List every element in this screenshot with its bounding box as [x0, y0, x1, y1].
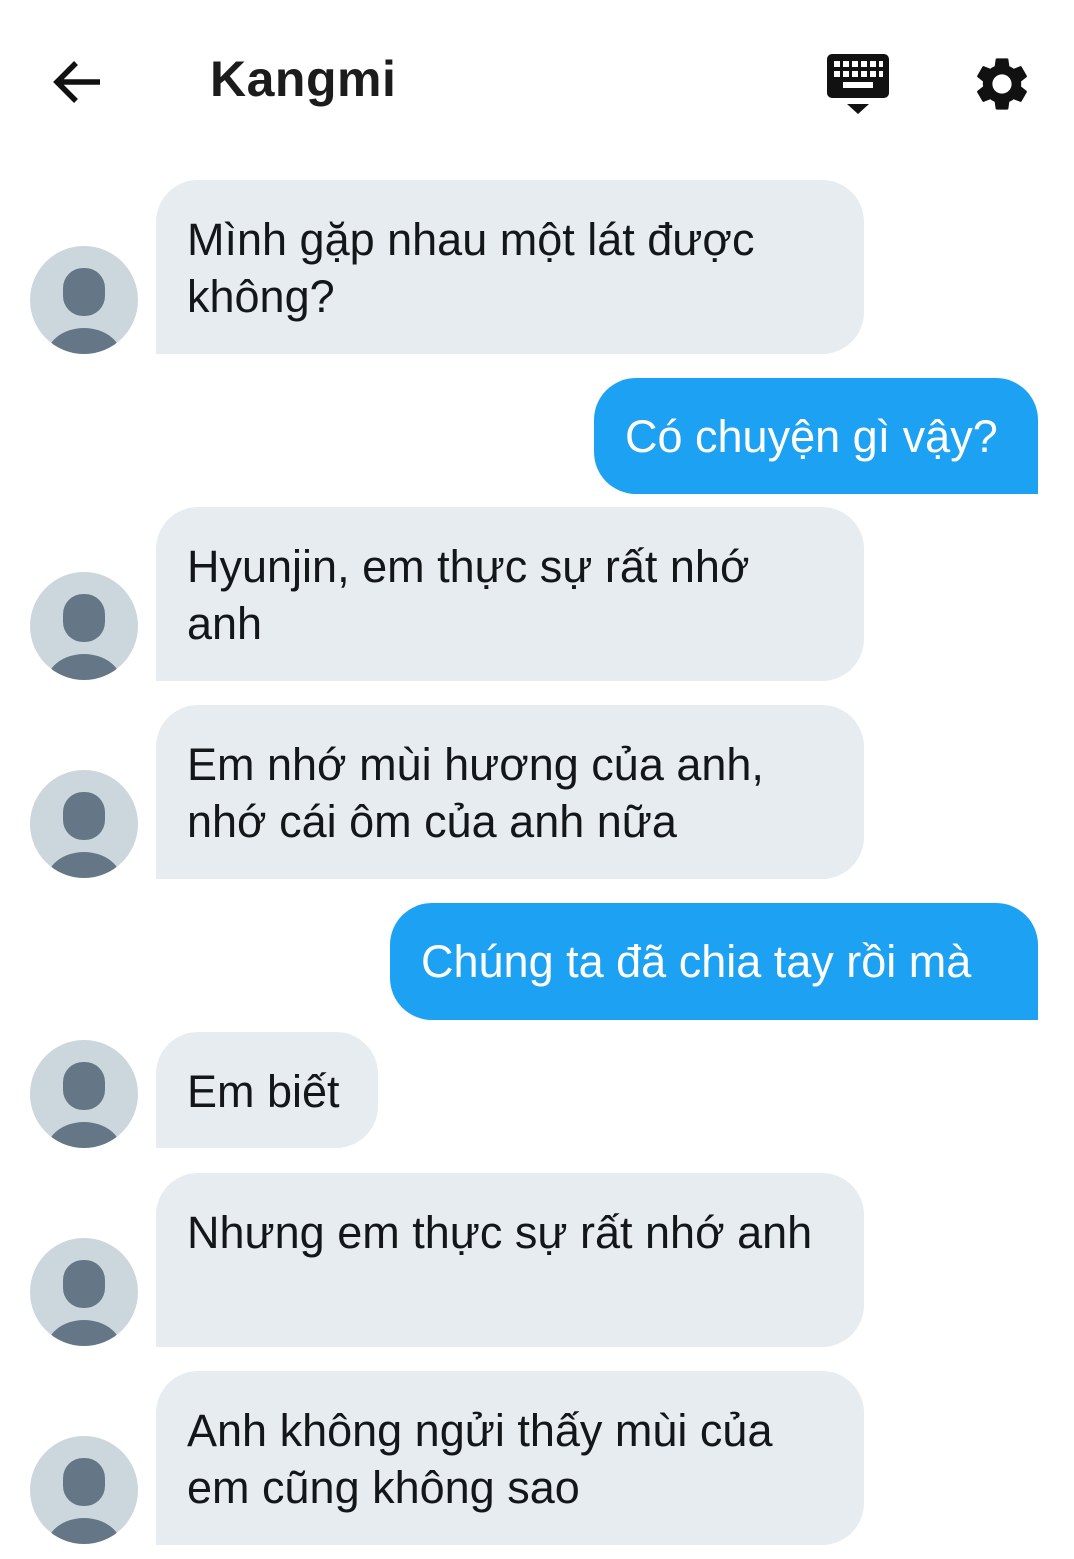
message-text: Chúng ta đã chia tay rồi mà [421, 936, 972, 987]
default-avatar-icon [46, 792, 122, 878]
default-avatar-icon [46, 268, 122, 354]
message-text: Hyunjin, em thực sự rất nhớ anh [187, 541, 750, 649]
message-text: Em nhớ mùi hương của anh, nhớ cái ôm của… [187, 739, 764, 847]
message-bubble-incoming[interactable]: Em nhớ mùi hương của anh, nhớ cái ôm của… [156, 705, 864, 879]
message-text: Mình gặp nhau một lát được không? [187, 214, 755, 322]
message-text: Anh không ngửi thấy mùi của em cũng khôn… [187, 1405, 773, 1513]
message-bubble-incoming[interactable]: Hyunjin, em thực sự rất nhớ anh [156, 507, 864, 681]
conversation-title: Kangmi [210, 51, 397, 107]
contact-avatar[interactable] [30, 1436, 138, 1544]
keyboard-toggle-button[interactable] [826, 54, 890, 118]
message-bubble-incoming[interactable]: Nhưng em thực sự rất nhớ anh [156, 1173, 864, 1347]
contact-avatar[interactable] [30, 1040, 138, 1148]
chat-header: Kangmi [0, 0, 1074, 160]
message-bubble-incoming[interactable]: Em biết [156, 1032, 378, 1148]
message-bubble-incoming[interactable]: Mình gặp nhau một lát được không? [156, 180, 864, 354]
keyboard-hide-icon [827, 54, 889, 114]
settings-button[interactable] [970, 52, 1034, 116]
message-bubble-incoming[interactable]: Anh không ngửi thấy mùi của em cũng khôn… [156, 1371, 864, 1545]
message-bubble-outgoing[interactable]: Có chuyện gì vậy? [594, 378, 1038, 494]
default-avatar-icon [46, 1260, 122, 1346]
contact-avatar[interactable] [30, 572, 138, 680]
message-text: Có chuyện gì vậy? [625, 411, 998, 462]
contact-avatar[interactable] [30, 770, 138, 878]
default-avatar-icon [46, 1458, 122, 1544]
gear-icon [977, 58, 1027, 110]
message-text: Em biết [187, 1066, 340, 1117]
contact-avatar[interactable] [30, 1238, 138, 1346]
arrow-left-icon [53, 61, 100, 103]
message-bubble-outgoing[interactable]: Chúng ta đã chia tay rồi mà [390, 903, 1038, 1020]
default-avatar-icon [46, 1062, 122, 1148]
back-button[interactable] [48, 52, 108, 112]
message-text: Nhưng em thực sự rất nhớ anh [187, 1207, 813, 1258]
default-avatar-icon [46, 594, 122, 680]
contact-avatar[interactable] [30, 246, 138, 354]
